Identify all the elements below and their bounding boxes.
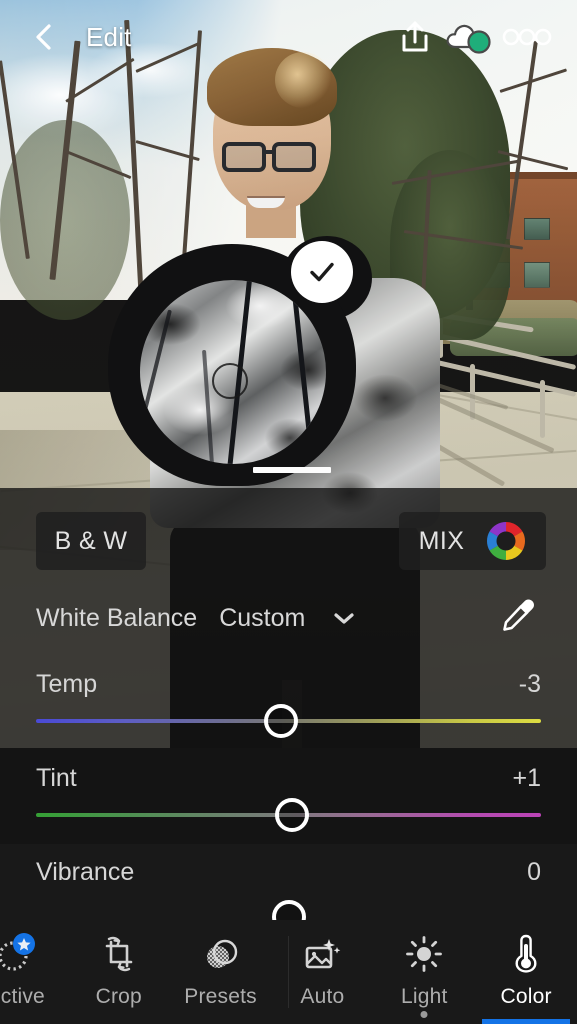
slider-tint-head: Tint +1	[36, 764, 541, 793]
white-balance-label: White Balance	[36, 603, 198, 632]
slider-temp-label: Temp	[36, 670, 98, 698]
light-edited-dot	[420, 1011, 428, 1018]
nav-label-selective: ective	[0, 985, 45, 1008]
check-icon	[310, 262, 334, 282]
eyedropper-button[interactable]	[495, 593, 541, 644]
nav-item-auto[interactable]: Auto	[271, 920, 373, 1024]
slider-temp-head: Temp -3	[36, 670, 541, 699]
more-options-button[interactable]	[499, 14, 555, 60]
bw-label: B & W	[54, 526, 128, 555]
hoodie-drawstring	[290, 280, 315, 464]
slider-temp-value: -3	[518, 670, 541, 698]
cloud-sync-icon	[446, 24, 491, 54]
nav-item-presets[interactable]: Presets	[170, 920, 272, 1024]
color-mode-chips: B & W MIX	[0, 512, 577, 570]
cloud-sync-button[interactable]	[443, 14, 499, 60]
nav-item-crop[interactable]: Crop	[68, 920, 170, 1024]
share-button[interactable]	[387, 14, 443, 60]
active-tab-indicator	[482, 1019, 571, 1024]
nav-label-crop: Crop	[95, 985, 142, 1008]
presets-icon	[206, 939, 237, 968]
hoodie-seam	[202, 349, 215, 464]
nav-label-color: Color	[500, 985, 552, 1008]
mix-label: MIX	[418, 526, 465, 555]
slider-vibrance-value: 0	[527, 858, 541, 886]
sampled-color-swatch	[253, 467, 331, 473]
crop-icon	[105, 936, 133, 972]
slider-tint-knob-fill	[279, 802, 305, 828]
auto-icon	[306, 939, 341, 969]
more-options-icon	[502, 28, 552, 46]
crop-icon-wrap	[100, 935, 138, 973]
top-bar: Edit	[0, 0, 577, 74]
slider-temp-knob-fill	[268, 708, 294, 734]
selective-icon-wrap	[0, 933, 37, 973]
color-wheel-icon	[487, 522, 526, 560]
confirm-checkmark-button[interactable]	[291, 241, 353, 303]
thermometer-icon-wrap	[511, 934, 541, 973]
chevron-down-icon	[334, 613, 354, 624]
photo-editor-screen: Edit B & W MIX White Balance Custom Temp…	[0, 0, 577, 1024]
slider-tint[interactable]: Tint +1	[0, 752, 577, 846]
nav-label-light: Light	[400, 985, 448, 1008]
loupe-target-reticle	[212, 363, 248, 399]
back-button[interactable]	[22, 15, 66, 59]
eyedropper-icon	[503, 599, 534, 631]
white-balance-value[interactable]: Custom	[219, 604, 305, 633]
slider-temp-knob[interactable]	[264, 704, 298, 738]
slider-tint-value: +1	[512, 764, 541, 792]
bw-toggle-button[interactable]: B & W	[36, 512, 146, 570]
nav-item-selective[interactable]: ective	[0, 920, 68, 1024]
white-balance-dropdown[interactable]	[331, 609, 357, 627]
nav-item-light[interactable]: Light	[373, 920, 475, 1024]
nav-label-auto: Auto	[300, 985, 345, 1008]
slider-temp[interactable]: Temp -3	[0, 658, 577, 752]
white-balance-row: White Balance Custom	[0, 592, 577, 644]
selective-icon	[0, 933, 35, 971]
slider-vibrance-head: Vibrance 0	[36, 858, 541, 887]
nav-item-color[interactable]: Color	[475, 920, 577, 1024]
auto-icon-wrap	[302, 935, 342, 973]
slider-vibrance-label: Vibrance	[36, 858, 135, 886]
back-chevron-icon	[36, 24, 51, 50]
hoodie-seam	[140, 309, 172, 457]
nav-label-presets: Presets	[184, 985, 257, 1008]
presets-icon-wrap	[202, 935, 240, 973]
sun-icon	[406, 936, 443, 972]
share-icon	[402, 21, 428, 52]
sun-icon-wrap	[405, 935, 443, 973]
page-title: Edit	[86, 21, 132, 52]
mix-button[interactable]: MIX	[399, 512, 546, 570]
thermometer-icon	[515, 934, 537, 973]
slider-tint-label: Tint	[36, 764, 77, 792]
slider-tint-knob[interactable]	[275, 798, 309, 832]
bottom-navigation: ective Crop	[0, 920, 577, 1024]
